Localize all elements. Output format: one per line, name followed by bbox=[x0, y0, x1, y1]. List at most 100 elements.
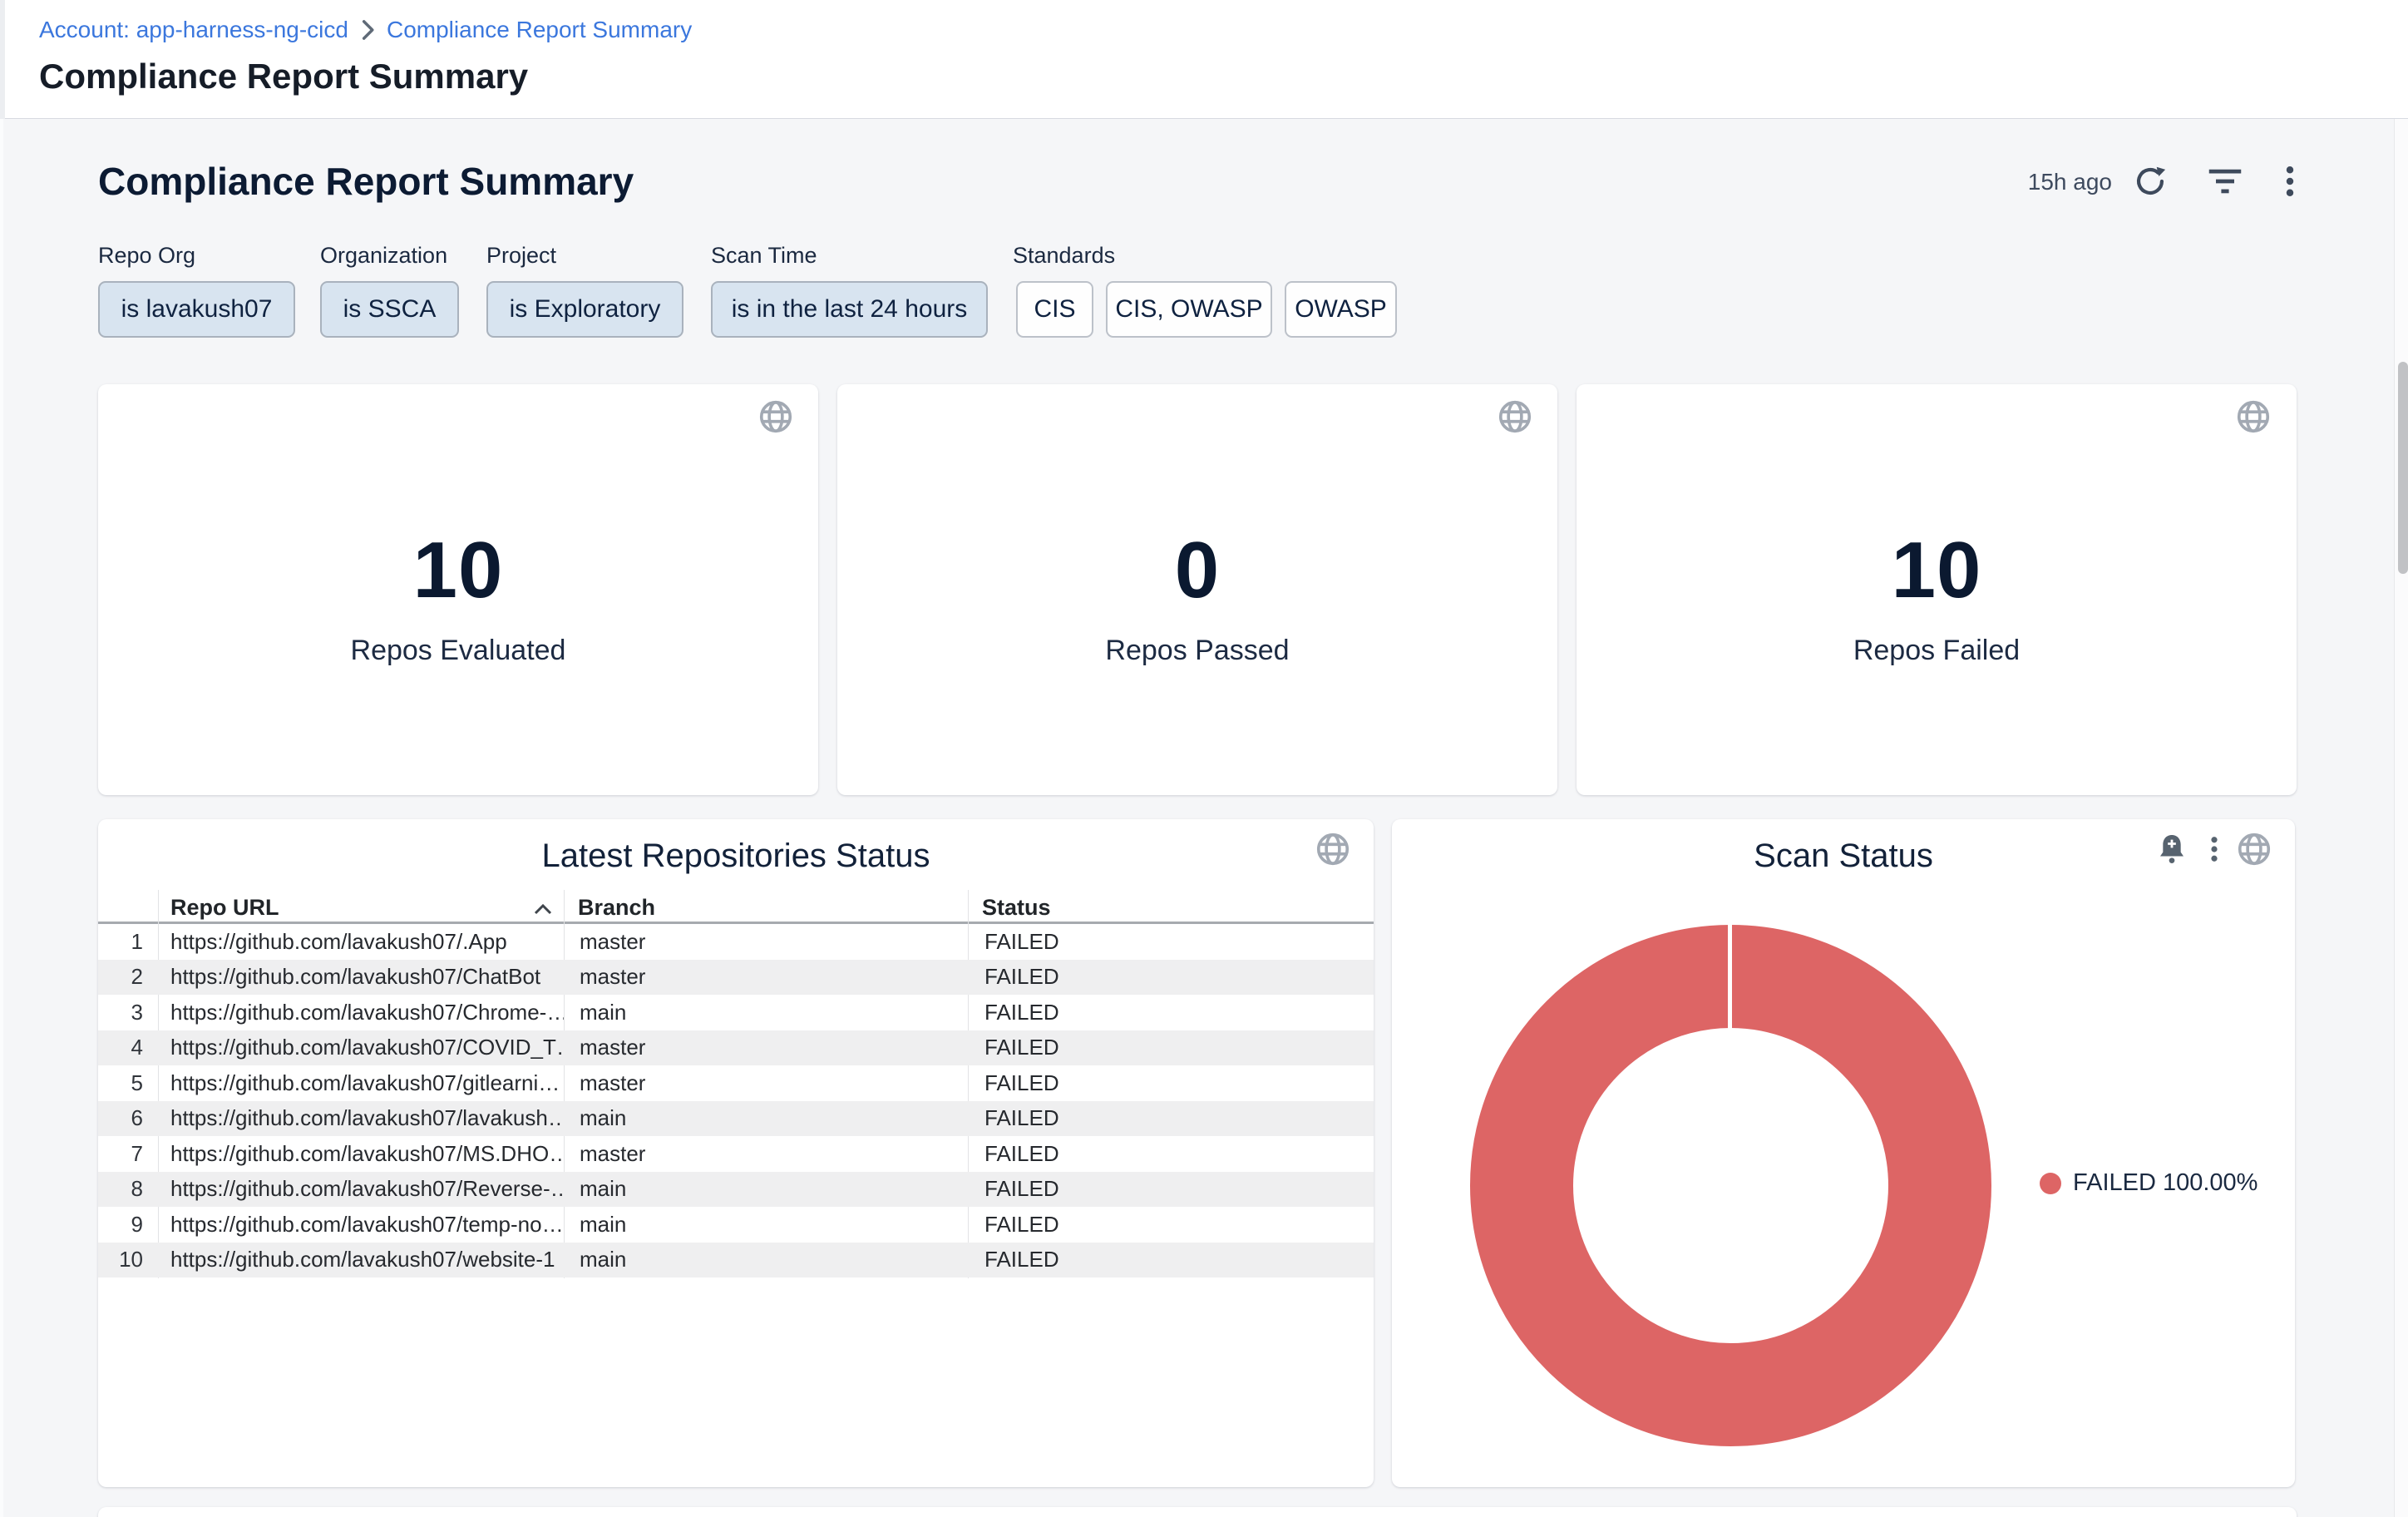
dashboard-more-button[interactable] bbox=[2272, 163, 2308, 200]
row-url: https://github.com/lavakush07/.App bbox=[158, 929, 564, 955]
globe-icon bbox=[1314, 858, 1352, 871]
row-branch: master bbox=[564, 964, 969, 990]
row-status: FAILED bbox=[969, 1141, 1374, 1167]
breadcrumb-account-link[interactable]: Account: app-harness-ng-cicd bbox=[39, 17, 348, 43]
legend-dot bbox=[2040, 1173, 2061, 1194]
dashboard-title: Compliance Report Summary bbox=[98, 159, 634, 204]
filter-label-project: Project bbox=[486, 243, 556, 269]
table-row: 8 https://github.com/lavakush07/Reverse-… bbox=[98, 1172, 1374, 1208]
table-row: 9 https://github.com/lavakush07/temp-no…… bbox=[98, 1207, 1374, 1243]
row-status: FAILED bbox=[969, 1176, 1374, 1202]
next-tile-partial bbox=[98, 1507, 2297, 1517]
filter-label-repo-org: Repo Org bbox=[98, 243, 195, 269]
row-status: FAILED bbox=[969, 964, 1374, 990]
breadcrumb: Account: app-harness-ng-cicd Compliance … bbox=[39, 17, 692, 43]
filter-label-organization: Organization bbox=[320, 243, 447, 269]
stat-value: 10 bbox=[98, 525, 818, 616]
stat-label: Repos Passed bbox=[837, 635, 1557, 667]
filter-chip-standard-owasp[interactable]: OWASP bbox=[1285, 281, 1397, 338]
row-index: 7 bbox=[98, 1141, 158, 1167]
breadcrumb-current-link[interactable]: Compliance Report Summary bbox=[387, 17, 692, 43]
row-index: 1 bbox=[98, 929, 158, 955]
globe-icon bbox=[757, 426, 795, 438]
scan-more-button[interactable] bbox=[2199, 834, 2229, 864]
filter-label-standards: Standards bbox=[1013, 243, 1115, 269]
table-row: 1 https://github.com/lavakush07/.App mas… bbox=[98, 924, 1374, 960]
filter-chip-organization[interactable]: is SSCA bbox=[320, 281, 459, 338]
table-row: 3 https://github.com/lavakush07/Chrome-…… bbox=[98, 995, 1374, 1030]
globe-icon bbox=[1496, 426, 1534, 438]
dashboard-filter-button[interactable] bbox=[2207, 163, 2243, 200]
table-row: 10 https://github.com/lavakush07/website… bbox=[98, 1243, 1374, 1278]
row-url: https://github.com/lavakush07/lavakush… bbox=[158, 1105, 564, 1131]
row-index: 10 bbox=[98, 1247, 158, 1272]
column-header-status[interactable]: Status bbox=[982, 895, 1051, 921]
left-rail bbox=[0, 0, 5, 119]
scrollbar-thumb[interactable] bbox=[2398, 362, 2408, 574]
donut-slice-seam bbox=[1728, 925, 1732, 1030]
row-index: 6 bbox=[98, 1105, 158, 1131]
sort-asc-icon[interactable] bbox=[533, 902, 553, 916]
legend-label: FAILED 100.00% bbox=[2073, 1169, 2258, 1197]
row-branch: main bbox=[564, 1176, 969, 1202]
filter-chip-standard-cis-owasp[interactable]: CIS, OWASP bbox=[1106, 281, 1272, 338]
row-status: FAILED bbox=[969, 1000, 1374, 1025]
app-header: Account: app-harness-ng-cicd Compliance … bbox=[0, 0, 2408, 119]
row-index: 4 bbox=[98, 1035, 158, 1060]
stat-value: 0 bbox=[837, 525, 1557, 616]
row-branch: master bbox=[564, 1141, 969, 1167]
filter-chip-project[interactable]: is Exploratory bbox=[486, 281, 683, 338]
row-status: FAILED bbox=[969, 1070, 1374, 1096]
row-status: FAILED bbox=[969, 1247, 1374, 1272]
globe-icon bbox=[2235, 858, 2273, 871]
row-branch: master bbox=[564, 1035, 969, 1060]
explore-button-3[interactable] bbox=[2234, 398, 2272, 436]
stat-value: 10 bbox=[1577, 525, 2297, 616]
row-branch: main bbox=[564, 1000, 969, 1025]
row-url: https://github.com/lavakush07/ChatBot bbox=[158, 964, 564, 990]
row-status: FAILED bbox=[969, 1212, 1374, 1238]
row-status: FAILED bbox=[969, 929, 1374, 955]
row-url: https://github.com/lavakush07/Chrome-… bbox=[158, 1000, 564, 1025]
refresh-icon bbox=[2132, 190, 2169, 202]
stat-label: Repos Failed bbox=[1577, 635, 2297, 667]
row-branch: master bbox=[564, 929, 969, 955]
bell-plus-icon bbox=[2155, 856, 2188, 868]
column-header-branch[interactable]: Branch bbox=[578, 895, 655, 921]
column-header-repo-url[interactable]: Repo URL bbox=[170, 895, 279, 921]
row-url: https://github.com/lavakush07/website-1 bbox=[158, 1247, 564, 1272]
kebab-icon bbox=[2272, 190, 2308, 202]
row-branch: main bbox=[564, 1105, 969, 1131]
table-row: 6 https://github.com/lavakush07/lavakush… bbox=[98, 1101, 1374, 1137]
scan-explore-button[interactable] bbox=[2235, 830, 2273, 868]
kebab-icon bbox=[2199, 854, 2229, 867]
filter-chip-scan-time[interactable]: is in the last 24 hours bbox=[711, 281, 988, 338]
filter-chip-repo-org[interactable]: is lavakush07 bbox=[98, 281, 295, 338]
explore-button-2[interactable] bbox=[1496, 398, 1534, 436]
row-url: https://github.com/lavakush07/Reverse-… bbox=[158, 1176, 564, 1202]
row-index: 5 bbox=[98, 1070, 158, 1096]
row-branch: master bbox=[564, 1070, 969, 1096]
table-body: 1 https://github.com/lavakush07/.App mas… bbox=[98, 924, 1374, 1277]
row-branch: main bbox=[564, 1247, 969, 1272]
row-index: 2 bbox=[98, 964, 158, 990]
refresh-button[interactable] bbox=[2132, 163, 2169, 200]
row-url: https://github.com/lavakush07/COVID_T… bbox=[158, 1035, 564, 1060]
alerts-button[interactable] bbox=[2155, 833, 2188, 866]
scrollbar bbox=[2394, 119, 2408, 1517]
row-url: https://github.com/lavakush07/MS.DHO… bbox=[158, 1141, 564, 1167]
row-url: https://github.com/lavakush07/gitlearni… bbox=[158, 1070, 564, 1096]
row-status: FAILED bbox=[969, 1035, 1374, 1060]
filter-chip-standard-cis[interactable]: CIS bbox=[1016, 281, 1093, 338]
row-branch: main bbox=[564, 1212, 969, 1238]
table-explore-button[interactable] bbox=[1314, 830, 1352, 868]
table-row: 2 https://github.com/lavakush07/ChatBot … bbox=[98, 960, 1374, 996]
row-index: 8 bbox=[98, 1176, 158, 1202]
legend-item-failed[interactable]: FAILED 100.00% bbox=[2040, 1169, 2258, 1197]
explore-button-1[interactable] bbox=[757, 398, 795, 436]
last-refreshed: 15h ago bbox=[2028, 169, 2112, 195]
row-index: 9 bbox=[98, 1212, 158, 1238]
page-title: Compliance Report Summary bbox=[39, 57, 528, 96]
globe-icon bbox=[2234, 426, 2272, 438]
filter-lines-icon bbox=[2207, 190, 2243, 202]
